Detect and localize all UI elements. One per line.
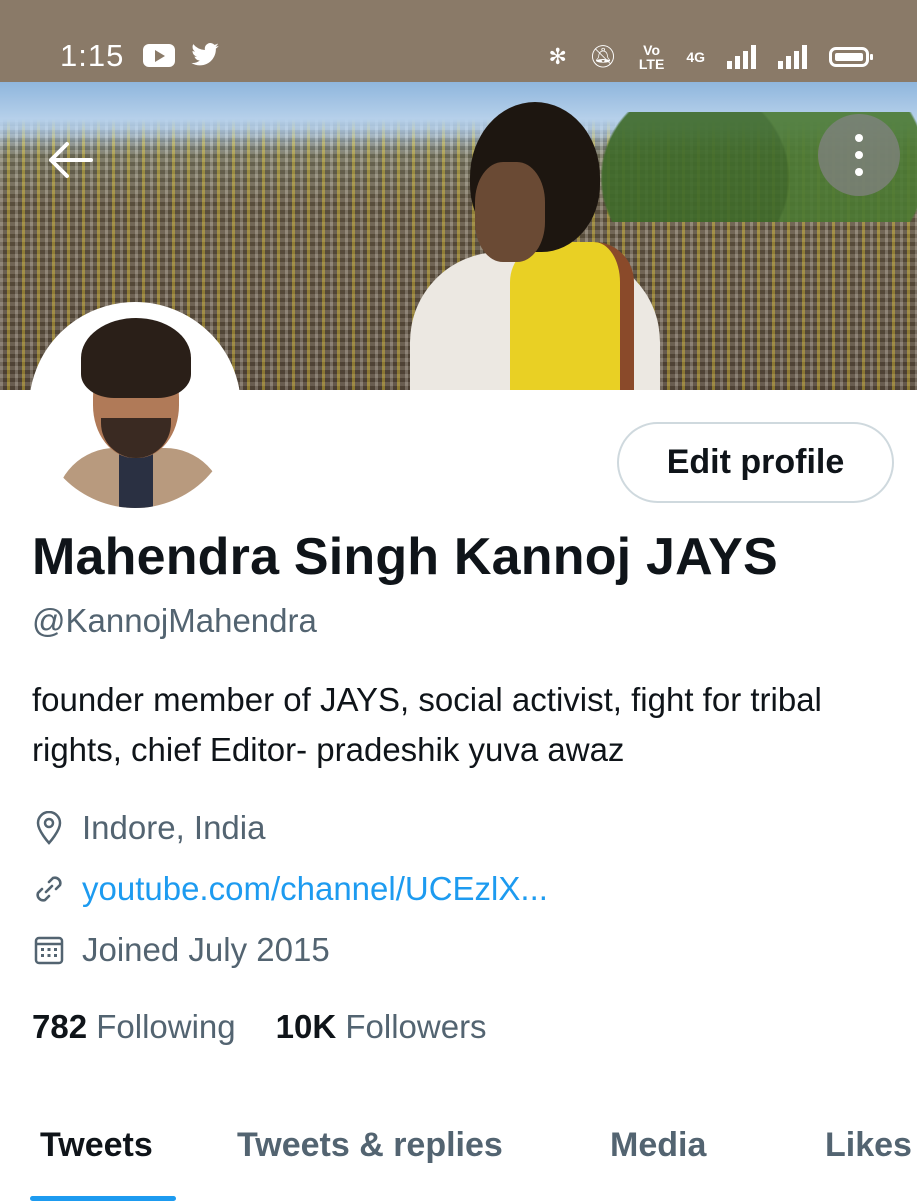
joined-text: Joined July 2015 <box>82 931 330 968</box>
link-icon <box>32 872 66 906</box>
followers-label: Followers <box>345 1008 487 1045</box>
following-count: 782 <box>32 1008 88 1045</box>
profile-name: Mahendra Singh Kannoj JAYS <box>32 528 778 586</box>
location-text: Indore, India <box>82 809 266 846</box>
location-row: Indore, India <box>32 806 265 850</box>
website-row: youtube.com/channel/UCEzlX... <box>32 867 548 911</box>
avatar[interactable] <box>29 302 241 514</box>
profile-handle: @KannojMahendra <box>32 602 317 639</box>
more-options-icon[interactable] <box>818 114 900 196</box>
tab-tweets-replies[interactable]: Tweets & replies <box>237 1126 503 1165</box>
location-pin-icon <box>32 811 66 845</box>
tab-likes[interactable]: Likes <box>825 1126 912 1165</box>
youtube-icon <box>143 44 175 67</box>
banner-speaker <box>410 102 660 390</box>
signal-icon <box>727 45 756 69</box>
profile-bio: founder member of JAYS, social activist,… <box>32 681 822 768</box>
following-label: Following <box>96 1008 236 1045</box>
signal-icon <box>778 45 807 69</box>
tab-tweets[interactable]: Tweets <box>40 1126 153 1165</box>
status-time: 1:15 <box>60 38 125 73</box>
joined-row: Joined July 2015 <box>32 928 330 972</box>
volte-icon: Vo LTE <box>638 42 665 72</box>
back-arrow-icon[interactable] <box>40 130 100 190</box>
network-type-label: 4G <box>686 49 705 65</box>
website-link[interactable]: youtube.com/channel/UCEzlX... <box>82 870 548 908</box>
bluetooth-icon: ✻ <box>548 44 567 69</box>
twitter-icon <box>191 43 219 66</box>
mute-icon: 🔕︎ <box>588 44 617 69</box>
profile-tabs: Tweets Tweets & replies Media Likes <box>0 1118 917 1201</box>
following-link[interactable]: 782 Following <box>32 1008 236 1045</box>
calendar-icon <box>32 933 66 967</box>
tab-media[interactable]: Media <box>610 1126 706 1165</box>
followers-link[interactable]: 10K Followers <box>276 1008 487 1045</box>
status-bar: 1:15 ✻ 🔕︎ Vo LTE 4G <box>0 0 917 82</box>
status-icons: ✻ 🔕︎ Vo LTE 4G <box>548 40 873 74</box>
battery-icon <box>829 47 873 67</box>
active-tab-indicator <box>30 1196 176 1201</box>
edit-profile-button[interactable]: Edit profile <box>617 422 894 503</box>
followers-count: 10K <box>275 1008 337 1045</box>
follow-counts: 782 Following 10K Followers <box>32 1008 487 1046</box>
